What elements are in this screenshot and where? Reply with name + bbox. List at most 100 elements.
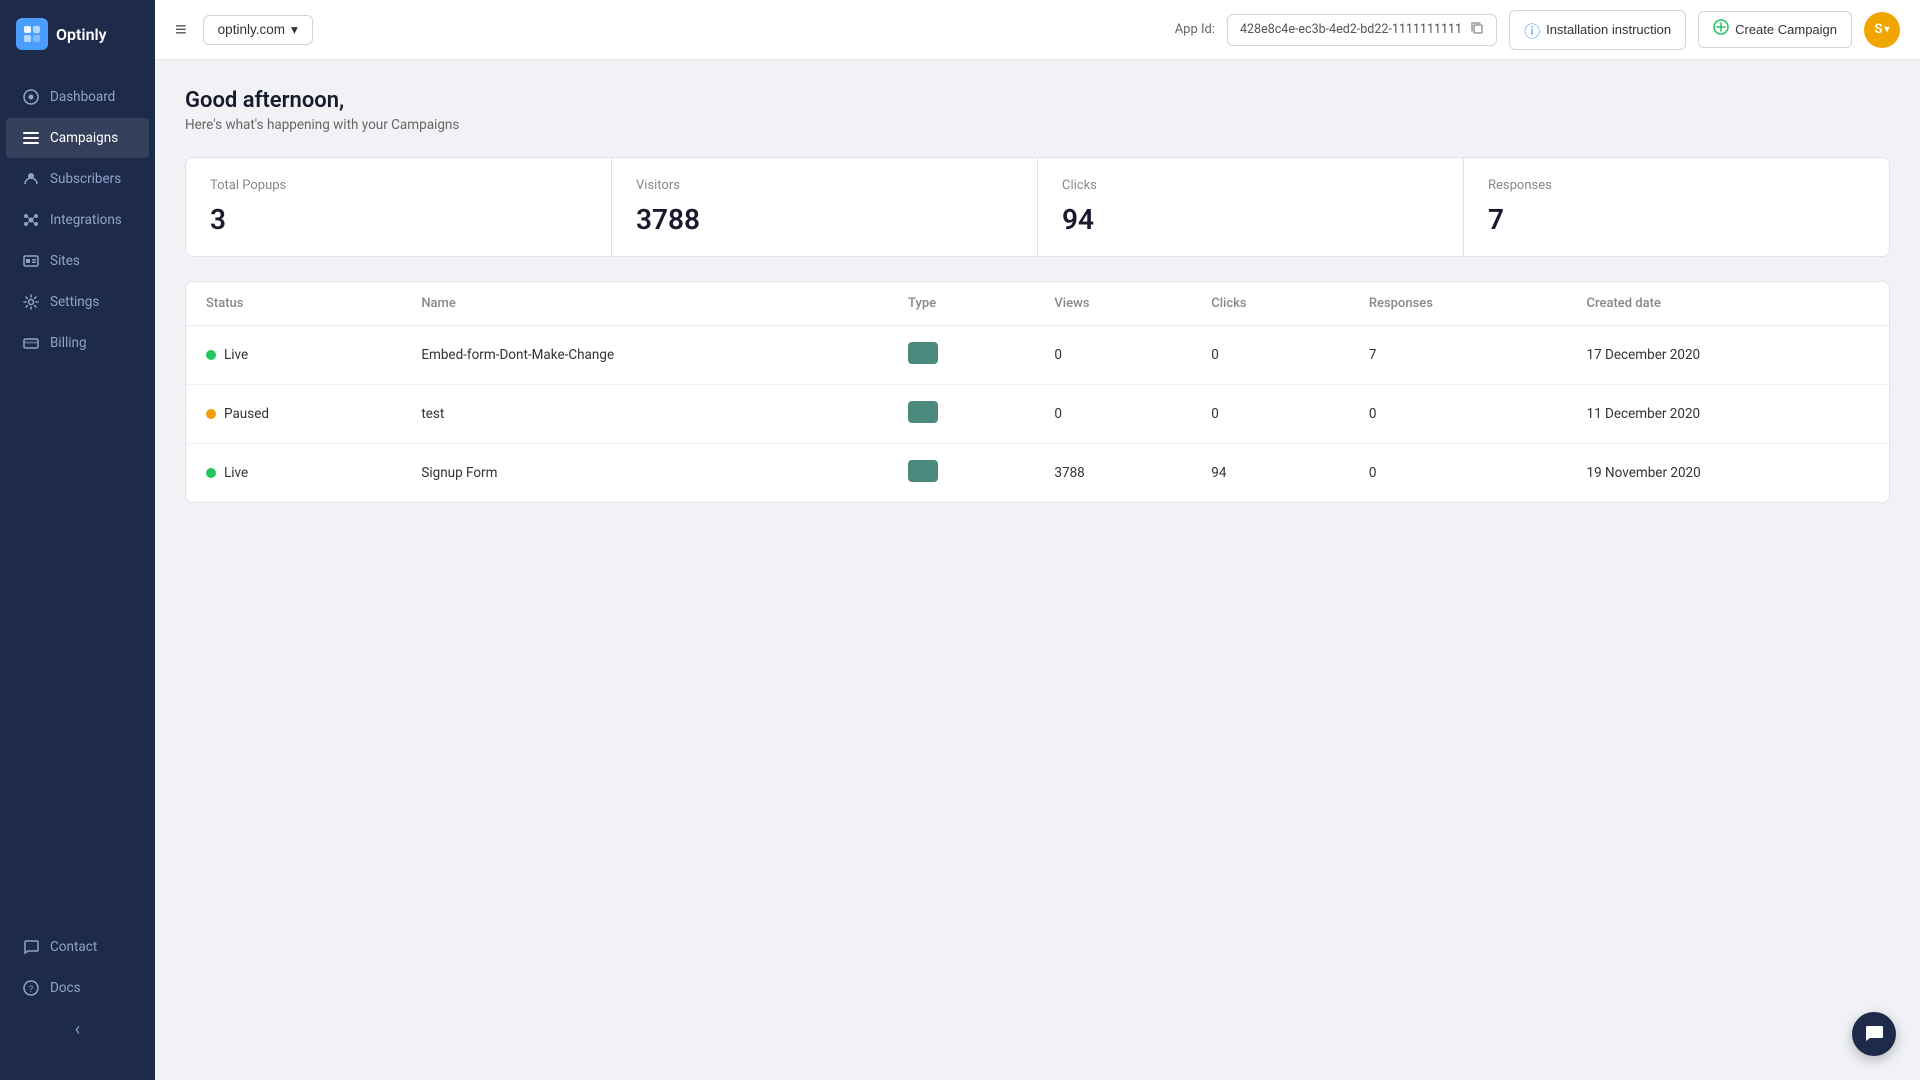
table-row[interactable]: Live Embed-form-Dont-Make-Change 0 0 7 1… [186, 326, 1889, 385]
cell-name-0: Embed-form-Dont-Make-Change [401, 326, 888, 385]
contact-icon [22, 938, 40, 956]
subscribers-icon [22, 170, 40, 188]
sidebar-item-sites-label: Sites [50, 253, 80, 269]
greeting-subtitle: Here's what's happening with your Campai… [185, 117, 1890, 133]
cell-created-date-2: 19 November 2020 [1567, 444, 1889, 503]
hamburger-icon[interactable]: ≡ [175, 17, 187, 42]
stat-card-total-popups: Total Popups 3 [185, 157, 612, 257]
cell-name-2: Signup Form [401, 444, 888, 503]
sidebar-item-billing[interactable]: Billing [6, 323, 149, 363]
create-btn-label: Create Campaign [1735, 22, 1837, 37]
sidebar-item-subscribers-label: Subscribers [50, 171, 121, 187]
col-views: Views [1034, 282, 1191, 326]
svg-text:?: ? [29, 985, 33, 995]
stat-card-clicks: Clicks 94 [1038, 157, 1464, 257]
sidebar-item-billing-label: Billing [50, 335, 87, 351]
sidebar-item-dashboard-label: Dashboard [50, 89, 115, 105]
table-header-row: Status Name Type Views Clicks Responses … [186, 282, 1889, 326]
sidebar-item-contact-label: Contact [50, 939, 97, 955]
cell-status-0: Live [186, 326, 401, 385]
main-content: Good afternoon, Here's what's happening … [155, 60, 1920, 1080]
sidebar-bottom: Contact ? Docs ‹ [0, 914, 155, 1080]
cell-status-1: Paused [186, 385, 401, 444]
sidebar-item-dashboard[interactable]: Dashboard [6, 77, 149, 117]
sidebar-item-campaigns[interactable]: Campaigns [6, 118, 149, 158]
domain-selector[interactable]: optinly.com ▾ [203, 15, 313, 45]
install-btn-label: Installation instruction [1546, 22, 1671, 37]
logo-text: Optinly [56, 25, 107, 44]
col-status: Status [186, 282, 401, 326]
stat-label-responses: Responses [1488, 178, 1859, 193]
type-icon-0 [908, 342, 938, 364]
user-dropdown-icon: ▾ [1884, 24, 1889, 35]
logo-icon [16, 18, 48, 50]
integrations-icon [22, 211, 40, 229]
sidebar-nav: Dashboard Campaigns Subscribers [0, 68, 155, 914]
status-dot-1 [206, 409, 216, 419]
campaigns-icon [22, 129, 40, 147]
col-clicks: Clicks [1191, 282, 1349, 326]
app-id-label: App Id: [1175, 22, 1215, 37]
sidebar-item-settings-label: Settings [50, 294, 99, 310]
type-icon-1 [908, 401, 938, 423]
status-text-1: Paused [224, 406, 269, 422]
col-responses: Responses [1349, 282, 1567, 326]
domain-text: optinly.com [218, 22, 285, 37]
billing-icon [22, 334, 40, 352]
campaigns-table: Status Name Type Views Clicks Responses … [186, 282, 1889, 502]
stat-card-responses: Responses 7 [1464, 157, 1890, 257]
cell-created-date-0: 17 December 2020 [1567, 326, 1889, 385]
status-dot-0 [206, 350, 216, 360]
sidebar-collapse-button[interactable]: ‹ [0, 1009, 155, 1050]
cell-type-2 [888, 444, 1034, 503]
table-body: Live Embed-form-Dont-Make-Change 0 0 7 1… [186, 326, 1889, 503]
sidebar-logo: Optinly [0, 0, 155, 68]
cell-views-2: 3788 [1034, 444, 1191, 503]
status-text-0: Live [224, 347, 248, 363]
sidebar-item-integrations[interactable]: Integrations [6, 200, 149, 240]
cell-type-0 [888, 326, 1034, 385]
cell-type-1 [888, 385, 1034, 444]
chat-widget[interactable] [1852, 1012, 1896, 1056]
user-initials: S [1875, 22, 1883, 37]
create-campaign-button[interactable]: Create Campaign [1698, 11, 1852, 48]
sidebar-item-contact[interactable]: Contact [6, 927, 149, 967]
table-row[interactable]: Paused test 0 0 0 11 December 2020 [186, 385, 1889, 444]
sidebar-item-campaigns-label: Campaigns [50, 130, 118, 146]
cell-responses-0: 7 [1349, 326, 1567, 385]
status-dot-2 [206, 468, 216, 478]
table-header: Status Name Type Views Clicks Responses … [186, 282, 1889, 326]
app-id-value: 428e8c4e-ec3b-4ed2-bd22-1111111111 [1240, 22, 1462, 37]
stat-label-visitors: Visitors [636, 178, 1007, 193]
sidebar-item-subscribers[interactable]: Subscribers [6, 159, 149, 199]
stat-value-clicks: 94 [1062, 203, 1433, 236]
stat-card-visitors: Visitors 3788 [612, 157, 1038, 257]
sidebar-item-docs-label: Docs [50, 980, 81, 996]
installation-instruction-button[interactable]: ⓘ Installation instruction [1509, 10, 1686, 50]
cell-views-1: 0 [1034, 385, 1191, 444]
cell-clicks-1: 0 [1191, 385, 1349, 444]
sidebar-item-integrations-label: Integrations [50, 212, 122, 228]
cell-name-1: test [401, 385, 888, 444]
sidebar-item-docs[interactable]: ? Docs [6, 968, 149, 1008]
copy-icon[interactable] [1470, 21, 1484, 39]
campaigns-table-container: Status Name Type Views Clicks Responses … [185, 281, 1890, 503]
install-icon: ⓘ [1524, 18, 1540, 42]
cell-created-date-1: 11 December 2020 [1567, 385, 1889, 444]
domain-dropdown-icon: ▾ [291, 22, 298, 38]
stat-value-total-popups: 3 [210, 203, 581, 236]
sidebar: Optinly Dashboard Campaigns [0, 0, 155, 1080]
sidebar-item-settings[interactable]: Settings [6, 282, 149, 322]
table-row[interactable]: Live Signup Form 3788 94 0 19 November 2… [186, 444, 1889, 503]
sidebar-item-sites[interactable]: Sites [6, 241, 149, 281]
header: ≡ optinly.com ▾ App Id: 428e8c4e-ec3b-4e… [155, 0, 1920, 60]
greeting-title: Good afternoon, [185, 88, 1890, 113]
cell-views-0: 0 [1034, 326, 1191, 385]
stat-label-clicks: Clicks [1062, 178, 1433, 193]
stat-value-responses: 7 [1488, 203, 1859, 236]
create-plus-icon [1713, 19, 1729, 40]
user-avatar[interactable]: S ▾ [1864, 12, 1900, 48]
cell-clicks-0: 0 [1191, 326, 1349, 385]
stat-value-visitors: 3788 [636, 203, 1007, 236]
docs-icon: ? [22, 979, 40, 997]
